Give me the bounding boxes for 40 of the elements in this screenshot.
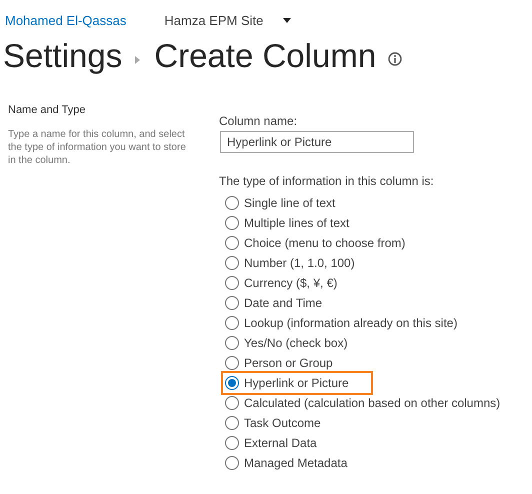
- option-label[interactable]: External Data: [244, 436, 317, 450]
- option-label[interactable]: Managed Metadata: [244, 456, 348, 470]
- radio-button[interactable]: [225, 396, 239, 410]
- radio-button[interactable]: [225, 316, 239, 330]
- radio-button[interactable]: [225, 216, 239, 230]
- option-label[interactable]: Task Outcome: [244, 416, 321, 430]
- option-label[interactable]: Calculated (calculation based on other columns): [244, 396, 500, 410]
- option-label[interactable]: Currency ($, ¥, €): [244, 276, 338, 290]
- radio-button[interactable]: [225, 436, 239, 450]
- radio-button[interactable]: [225, 416, 239, 430]
- section-title: Name and Type: [8, 104, 86, 116]
- radio-button[interactable]: [225, 296, 239, 310]
- radio-button[interactable]: [225, 336, 239, 350]
- type-prompt: The type of information in this column is:: [219, 174, 435, 188]
- site-name[interactable]: Hamza EPM Site: [164, 12, 264, 28]
- column-name-field[interactable]: Hyperlink or Picture: [220, 131, 414, 153]
- section-description: Type a name for this column, and select the type of information you want to store in the column.: [8, 128, 187, 167]
- option-label[interactable]: Single line of text: [244, 196, 336, 210]
- caret-icon[interactable]: [283, 18, 292, 22]
- radio-button[interactable]: [225, 376, 239, 390]
- page-title: Create Column: [154, 37, 376, 75]
- option-label[interactable]: Hyperlink or Picture: [244, 376, 349, 390]
- chevron-icon: [135, 56, 140, 64]
- info-icon[interactable]: [388, 52, 402, 66]
- radio-button[interactable]: [225, 196, 239, 210]
- breadcrumb-link[interactable]: Settings: [3, 37, 122, 75]
- option-label[interactable]: Date and Time: [244, 296, 322, 310]
- option-label[interactable]: Multiple lines of text: [244, 216, 350, 230]
- radio-button[interactable]: [225, 356, 239, 370]
- option-label[interactable]: Person or Group: [244, 356, 333, 370]
- user-link[interactable]: Mohamed El-Qassas: [5, 12, 126, 28]
- radio-button[interactable]: [225, 236, 239, 250]
- option-label[interactable]: Choice (menu to choose from): [244, 236, 406, 250]
- field-label: Column name:: [219, 114, 298, 128]
- radio-button[interactable]: [225, 276, 239, 290]
- option-label[interactable]: Yes/No (check box): [244, 336, 348, 350]
- radio-button[interactable]: [225, 256, 239, 270]
- option-label[interactable]: Lookup (information already on this site): [244, 316, 458, 330]
- option-label[interactable]: Number (1, 1.0, 100): [244, 256, 355, 270]
- radio-button[interactable]: [225, 456, 239, 470]
